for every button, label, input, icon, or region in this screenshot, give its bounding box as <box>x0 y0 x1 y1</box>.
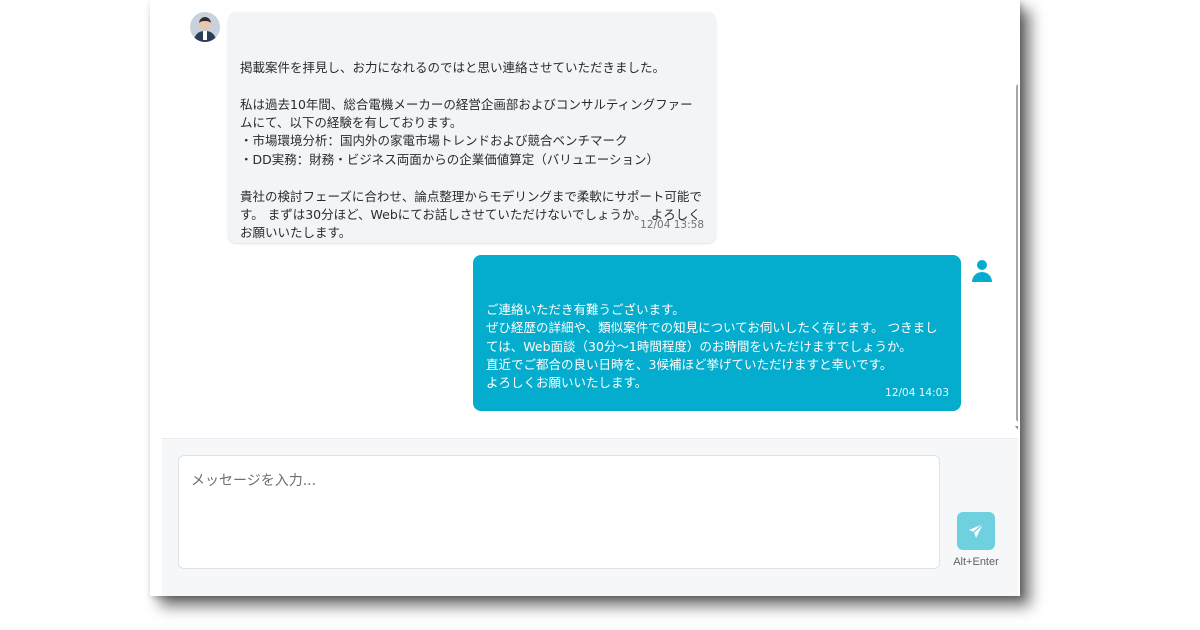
send-shortcut-hint: Alt+Enter <box>953 556 999 568</box>
received-message-text: 掲載案件を拝見し、お力になれるのではと思い連絡させていただきました。 私は過去1… <box>240 59 702 241</box>
sender-avatar[interactable] <box>190 12 220 42</box>
message-composer: Alt+Enter <box>162 439 1018 596</box>
paper-plane-icon <box>969 523 984 538</box>
received-message-timestamp: 12/04 13:58 <box>640 219 704 231</box>
message-input[interactable] <box>178 455 940 569</box>
scrollbar-thumb[interactable] <box>1016 84 1018 422</box>
avatar-tie <box>203 31 207 40</box>
chat-window: 掲載案件を拝見し、お力になれるのではと思い連絡させていただきました。 私は過去1… <box>150 0 1020 596</box>
sent-message-text: ご連絡いただき有難うございます。 ぜひ経歴の詳細や、類似案件での知見についてお伺… <box>486 301 938 391</box>
sent-message-bubble: ご連絡いただき有難うございます。 ぜひ経歴の詳細や、類似案件での知見についてお伺… <box>473 255 961 411</box>
message-list[interactable]: 掲載案件を拝見し、お力になれるのではと思い連絡させていただきました。 私は過去1… <box>162 0 1018 438</box>
user-icon <box>970 258 994 284</box>
avatar-head <box>199 17 211 30</box>
scroll-down-arrow-icon[interactable] <box>1015 426 1018 431</box>
received-message-bubble: 掲載案件を拝見し、お力になれるのではと思い連絡させていただきました。 私は過去1… <box>228 12 716 243</box>
sent-message-timestamp: 12/04 14:03 <box>885 387 949 399</box>
send-button[interactable] <box>957 512 995 550</box>
chat-scrollbar[interactable] <box>1013 0 1018 438</box>
